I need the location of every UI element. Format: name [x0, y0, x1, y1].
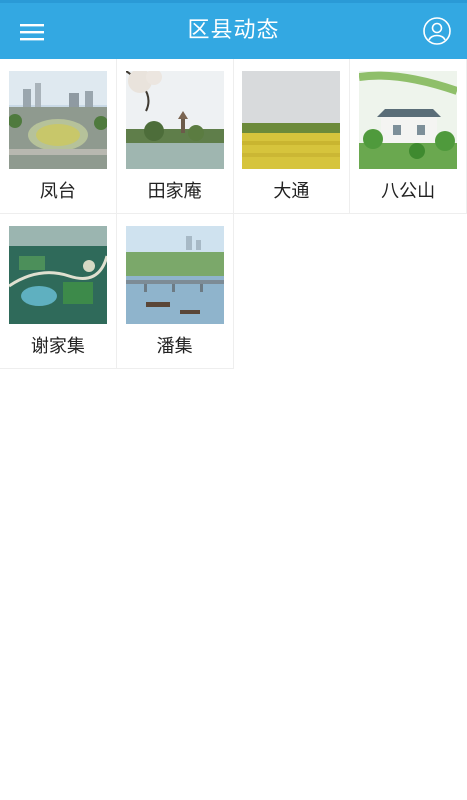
panji-river-bridge-image	[125, 226, 224, 324]
tianjiaan-lake-image	[125, 71, 224, 169]
user-button[interactable]	[421, 15, 453, 47]
district-grid: 凤台 田家庵 大通 八公山 谢家集 潘集	[0, 59, 467, 369]
district-label: 八公山	[381, 181, 436, 202]
district-tile-bagongshan[interactable]: 八公山	[350, 59, 467, 214]
district-label: 大通	[273, 181, 310, 202]
fengtai-roundabout-image	[8, 71, 107, 169]
page-title: 区县动态	[187, 18, 280, 43]
user-icon	[423, 17, 451, 45]
district-tile-fengtai[interactable]: 凤台	[0, 59, 117, 214]
bagongshan-building-image	[359, 71, 458, 169]
app-header: 区县动态	[0, 3, 467, 59]
district-label: 田家庵	[147, 181, 202, 202]
district-label: 潘集	[156, 336, 193, 357]
district-tile-datong[interactable]: 大通	[233, 59, 351, 214]
district-label: 凤台	[39, 181, 76, 202]
district-label: 谢家集	[30, 336, 85, 357]
datong-rapeseed-image	[242, 71, 341, 169]
district-tile-tianjiaan[interactable]: 田家庵	[116, 59, 234, 214]
xiejiaji-aerial-image	[8, 226, 107, 324]
district-tile-xiejiaji[interactable]: 谢家集	[0, 214, 117, 369]
district-tile-panji[interactable]: 潘集	[116, 214, 234, 369]
